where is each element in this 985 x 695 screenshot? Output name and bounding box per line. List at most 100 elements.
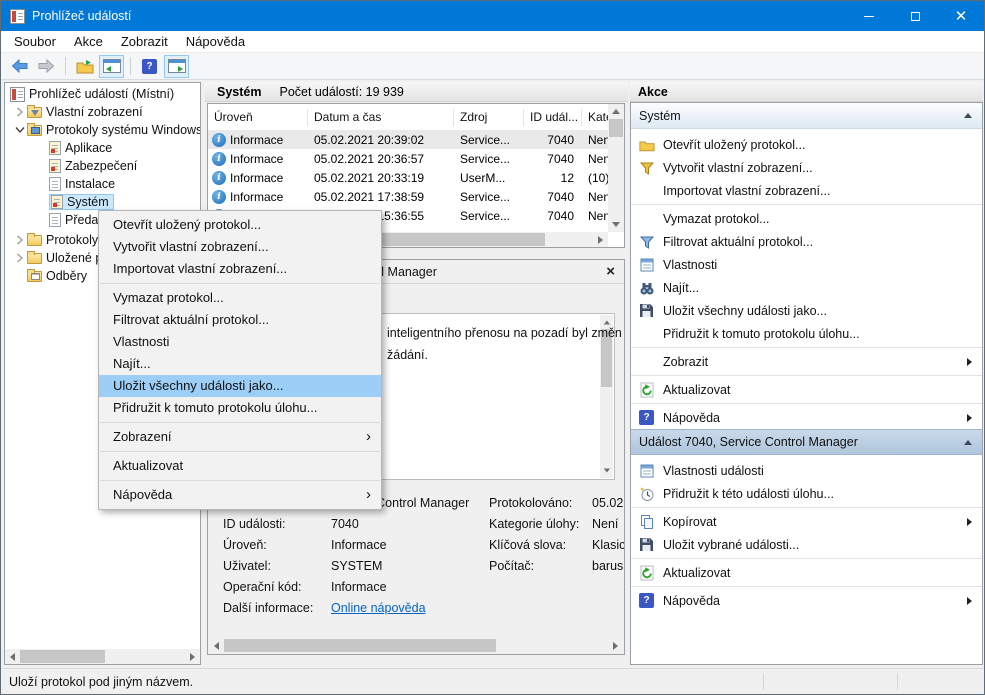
menu-help-submenu[interactable]: Nápověda [99, 484, 381, 506]
action-filter-current-log[interactable]: Filtrovat aktuální protokol... [631, 230, 982, 253]
chevron-right-icon[interactable] [13, 235, 27, 245]
action-save-all-events-as[interactable]: Uložit všechny události jako... [631, 299, 982, 322]
event-level: Informace [230, 190, 283, 204]
scrollbar-thumb[interactable] [609, 119, 623, 137]
action-label: Aktualizovat [663, 566, 730, 580]
menu-import-custom-view[interactable]: Importovat vlastní zobrazení... [99, 258, 381, 280]
action-help-submenu[interactable]: Nápověda [631, 406, 982, 429]
column-level[interactable]: Úroveň [208, 109, 308, 126]
preview-horizontal-scrollbar[interactable] [209, 638, 623, 653]
scroll-right-arrow[interactable] [593, 232, 608, 247]
action-section-event[interactable]: Událost 7040, Service Control Manager [631, 429, 982, 455]
log-icon [49, 213, 61, 227]
minimize-button[interactable] [846, 1, 892, 31]
scroll-up-arrow[interactable] [608, 104, 623, 119]
action-attach-task-to-log[interactable]: Přidružit k tomuto protokolu úlohu... [631, 322, 982, 345]
scrollbar-thumb[interactable] [20, 650, 105, 663]
tree-item-windows-logs[interactable]: Protokoly systému Windows [13, 121, 201, 139]
action-open-saved-log[interactable]: Otevřít uložený protokol... [631, 133, 982, 156]
action-label: Uložit všechny události jako... [663, 304, 827, 318]
chevron-right-icon[interactable] [13, 253, 27, 263]
tree-item-subscriptions[interactable]: Odběry [27, 267, 87, 285]
action-refresh[interactable]: Aktualizovat [631, 378, 982, 401]
action-label: Nápověda [663, 594, 720, 608]
menu-file[interactable]: Soubor [5, 34, 65, 49]
chevron-down-icon[interactable] [13, 126, 27, 134]
back-button[interactable] [7, 55, 32, 78]
close-preview-icon[interactable]: × [606, 264, 615, 279]
action-save-selected-events[interactable]: Uložit vybrané události... [631, 533, 982, 556]
menu-attach-task[interactable]: Přidružit k tomuto protokolu úlohu... [99, 397, 381, 419]
event-list-vertical-scrollbar[interactable] [608, 104, 624, 232]
scroll-down-arrow[interactable] [608, 217, 623, 232]
field-value: SYSTEM [331, 559, 382, 573]
scrollbar-thumb[interactable] [224, 639, 496, 652]
scroll-left-arrow[interactable] [5, 649, 20, 664]
scroll-right-arrow[interactable] [608, 638, 623, 653]
menu-filter-current-log[interactable]: Filtrovat aktuální protokol... [99, 309, 381, 331]
collapse-icon[interactable] [964, 113, 972, 118]
forward-button[interactable] [34, 55, 59, 78]
column-event-id[interactable]: ID udál... [524, 109, 582, 126]
action-attach-task-to-event[interactable]: Přidružit k této události úlohu... [631, 482, 982, 505]
menu-help[interactable]: Nápověda [177, 34, 254, 49]
event-row[interactable]: Informace 05.02.2021 17:38:59 Service...… [208, 187, 624, 206]
online-help-link[interactable]: Online nápověda [331, 601, 426, 615]
open-saved-log-button[interactable] [72, 55, 97, 78]
action-help-event-submenu[interactable]: Nápověda [631, 589, 982, 612]
scroll-left-arrow[interactable] [209, 638, 224, 653]
tree-horizontal-scrollbar[interactable] [5, 649, 200, 664]
tree-item-root[interactable]: Prohlížeč událostí (Místní) [10, 85, 174, 103]
toggle-console-tree-button[interactable] [99, 55, 124, 78]
field-value: Není [592, 517, 618, 531]
column-category[interactable]: Kate [582, 109, 608, 126]
chevron-right-icon[interactable] [13, 107, 27, 117]
menu-refresh[interactable]: Aktualizovat [99, 455, 381, 477]
event-row[interactable]: Informace 05.02.2021 20:33:19 UserM... 1… [208, 168, 624, 187]
menu-view[interactable]: Zobrazit [112, 34, 177, 49]
action-clear-log[interactable]: Vymazat protokol... [631, 207, 982, 230]
menu-clear-log[interactable]: Vymazat protokol... [99, 287, 381, 309]
scroll-down-arrow[interactable] [601, 465, 613, 477]
action-find[interactable]: Najít... [631, 276, 982, 299]
tree-item-setup[interactable]: Instalace [49, 175, 115, 193]
action-create-custom-view[interactable]: Vytvořit vlastní zobrazení... [631, 156, 982, 179]
action-view-submenu[interactable]: Zobrazit [631, 350, 982, 373]
menu-view-submenu[interactable]: Zobrazení [99, 426, 381, 448]
action-label: Vlastnosti [663, 258, 717, 272]
action-refresh-event[interactable]: Aktualizovat [631, 561, 982, 584]
collapse-icon[interactable] [964, 440, 972, 445]
menu-separator [100, 283, 380, 284]
action-copy-submenu[interactable]: Kopírovat [631, 510, 982, 533]
menu-save-all-events-as[interactable]: Uložit všechny události jako... [99, 375, 381, 397]
help-button[interactable] [137, 55, 162, 78]
menu-create-custom-view[interactable]: Vytvořit vlastní zobrazení... [99, 236, 381, 258]
close-button[interactable]: ✕ [938, 1, 984, 31]
window-title: Prohlížeč událostí [32, 9, 131, 23]
menu-separator [100, 480, 380, 481]
menu-open-saved-log[interactable]: Otevřít uložený protokol... [99, 214, 381, 236]
action-section-system[interactable]: Systém [631, 103, 982, 129]
event-id: 7040 [524, 190, 582, 204]
column-source[interactable]: Zdroj [454, 109, 524, 126]
maximize-button[interactable] [892, 1, 938, 31]
event-row[interactable]: Informace 05.02.2021 20:39:02 Service...… [208, 130, 624, 149]
tree-item-security[interactable]: Zabezpečení [49, 157, 137, 175]
column-datetime[interactable]: Datum a čas [308, 109, 454, 126]
actions-pane-title: Akce [630, 82, 983, 102]
menu-action[interactable]: Akce [65, 34, 112, 49]
tree-item-system[interactable]: Systém [49, 193, 114, 211]
action-import-custom-view[interactable]: Importovat vlastní zobrazení... [631, 179, 982, 202]
scroll-right-arrow[interactable] [185, 649, 200, 664]
tree-item-application[interactable]: Aplikace [49, 139, 112, 157]
action-properties[interactable]: Vlastnosti [631, 253, 982, 276]
menu-properties[interactable]: Vlastnosti [99, 331, 381, 353]
tree-item-custom-views[interactable]: Vlastní zobrazení [13, 103, 143, 121]
action-label: Aktualizovat [663, 383, 730, 397]
tree-selection: Systém [49, 194, 114, 210]
toggle-action-pane-button[interactable] [164, 55, 189, 78]
action-event-properties[interactable]: Vlastnosti události [631, 459, 982, 482]
funnel-blue-icon [639, 234, 659, 250]
event-row[interactable]: Informace 05.02.2021 20:36:57 Service...… [208, 149, 624, 168]
menu-find[interactable]: Najít... [99, 353, 381, 375]
